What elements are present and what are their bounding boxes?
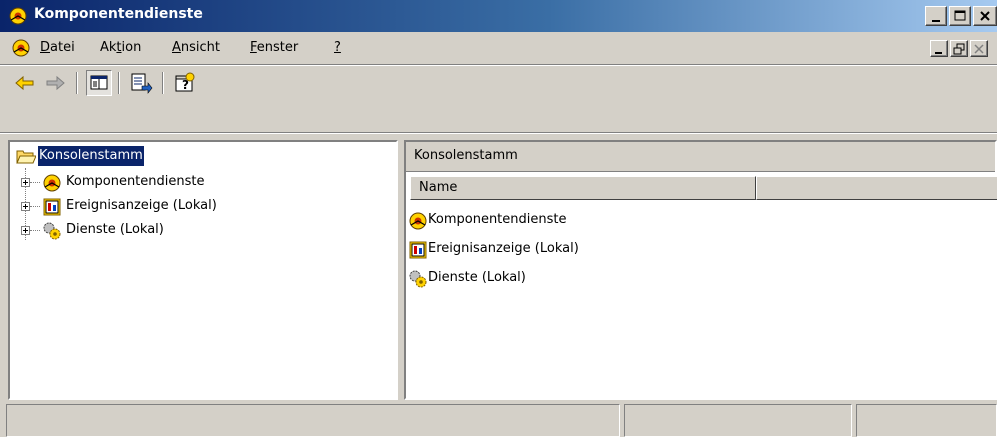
tree-root-label: Konsolenstamm bbox=[37, 145, 145, 167]
status-cell-main bbox=[6, 404, 620, 437]
maximize-icon bbox=[954, 10, 966, 21]
toolbar-separator bbox=[118, 72, 120, 94]
toolbar-bottom-separator bbox=[0, 132, 997, 134]
expand-toggle[interactable] bbox=[21, 178, 30, 187]
column-header-name[interactable]: Name bbox=[410, 176, 756, 200]
toolbar: ? bbox=[0, 66, 997, 100]
show-hide-tree-button[interactable] bbox=[86, 70, 112, 96]
event-viewer-icon bbox=[42, 197, 62, 217]
help-icon: ? bbox=[175, 72, 195, 92]
export-list-button[interactable] bbox=[128, 70, 154, 96]
mdi-close-button[interactable] bbox=[970, 40, 988, 57]
tree-item-label: Komponentendienste bbox=[66, 174, 205, 189]
services-gears-icon bbox=[42, 221, 62, 241]
status-cell-3 bbox=[856, 404, 997, 437]
mdi-minimize-button[interactable] bbox=[930, 40, 948, 57]
menu-datei[interactable]: Datei bbox=[40, 40, 75, 55]
status-cell-2 bbox=[624, 404, 852, 437]
expand-toggle[interactable] bbox=[21, 226, 30, 235]
services-gears-icon bbox=[408, 269, 428, 289]
component-services-icon bbox=[42, 173, 62, 193]
menu-ansicht[interactable]: Ansicht bbox=[172, 40, 220, 55]
component-services-icon bbox=[408, 211, 428, 231]
tree-item-label: Ereignisanzeige (Lokal) bbox=[66, 198, 217, 213]
toolbar-separator bbox=[76, 72, 78, 94]
title-bar[interactable]: Komponentendienste bbox=[0, 0, 997, 32]
event-viewer-icon bbox=[408, 240, 428, 260]
tree-line bbox=[30, 206, 40, 207]
list-item-label: Komponentendienste bbox=[428, 212, 567, 227]
window-title: Komponentendienste bbox=[34, 6, 203, 22]
tree-line bbox=[30, 182, 40, 183]
forward-arrow-icon bbox=[46, 75, 65, 91]
show-hide-tree-icon bbox=[90, 75, 108, 90]
console-tree-pane[interactable]: Konsolenstamm Komponentendienste Ereigni… bbox=[8, 140, 398, 400]
close-button[interactable] bbox=[973, 6, 997, 26]
tree-item-label: Dienste (Lokal) bbox=[66, 222, 164, 237]
component-services-icon[interactable] bbox=[10, 38, 32, 58]
detail-pane[interactable]: Konsolenstamm Name Komponentendienste Er… bbox=[404, 140, 997, 400]
list-item-label: Dienste (Lokal) bbox=[428, 270, 526, 285]
minimize-icon bbox=[932, 20, 940, 22]
folder-open-icon bbox=[16, 147, 37, 167]
mdi-restore-button[interactable] bbox=[950, 40, 968, 57]
close-icon bbox=[974, 44, 984, 54]
back-arrow-icon bbox=[15, 75, 34, 91]
component-services-icon[interactable] bbox=[8, 6, 28, 26]
tree-line bbox=[30, 230, 40, 231]
export-list-icon bbox=[131, 73, 153, 94]
back-button[interactable] bbox=[12, 70, 38, 96]
expand-toggle[interactable] bbox=[21, 202, 30, 211]
help-button[interactable]: ? bbox=[172, 70, 198, 96]
toolbar-separator bbox=[162, 72, 164, 94]
column-header-empty[interactable] bbox=[756, 176, 997, 200]
restore-icon bbox=[953, 43, 965, 55]
menu-help[interactable]: ? bbox=[334, 40, 341, 55]
maximize-button[interactable] bbox=[949, 6, 971, 26]
detail-pane-caption: Konsolenstamm bbox=[406, 142, 995, 172]
close-icon bbox=[980, 11, 990, 21]
menu-bar: Datei Aktion Ansicht Fenster ? bbox=[0, 32, 997, 64]
minimize-button[interactable] bbox=[925, 6, 947, 26]
menu-aktion[interactable]: Aktion bbox=[100, 40, 141, 55]
status-bar bbox=[0, 404, 997, 437]
forward-button[interactable] bbox=[42, 70, 68, 96]
list-item-label: Ereignisanzeige (Lokal) bbox=[428, 241, 579, 256]
menu-fenster[interactable]: Fenster bbox=[250, 40, 298, 55]
minimize-icon bbox=[935, 52, 942, 54]
